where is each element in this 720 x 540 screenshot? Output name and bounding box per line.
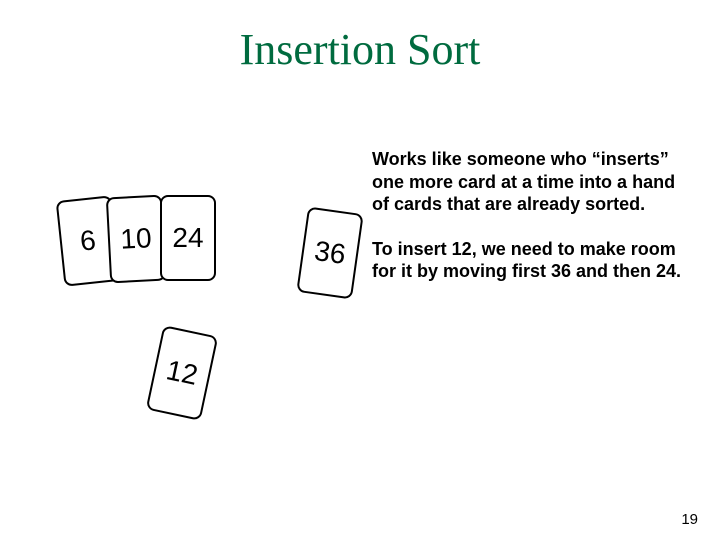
card-sorted-3: 24 (160, 195, 216, 281)
slide: Insertion Sort 6 10 24 36 12 Works like … (0, 0, 720, 540)
page-number: 19 (681, 511, 698, 528)
card-inserting-12: 12 (146, 325, 219, 421)
paragraph-1: Works like someone who “inserts” one mor… (372, 148, 692, 216)
card-moved-36: 36 (296, 207, 363, 300)
body-text: Works like someone who “inserts” one mor… (372, 148, 692, 283)
card-sorted-2: 10 (106, 195, 166, 284)
page-title: Insertion Sort (0, 24, 720, 75)
paragraph-2: To insert 12, we need to make room for i… (372, 238, 692, 283)
